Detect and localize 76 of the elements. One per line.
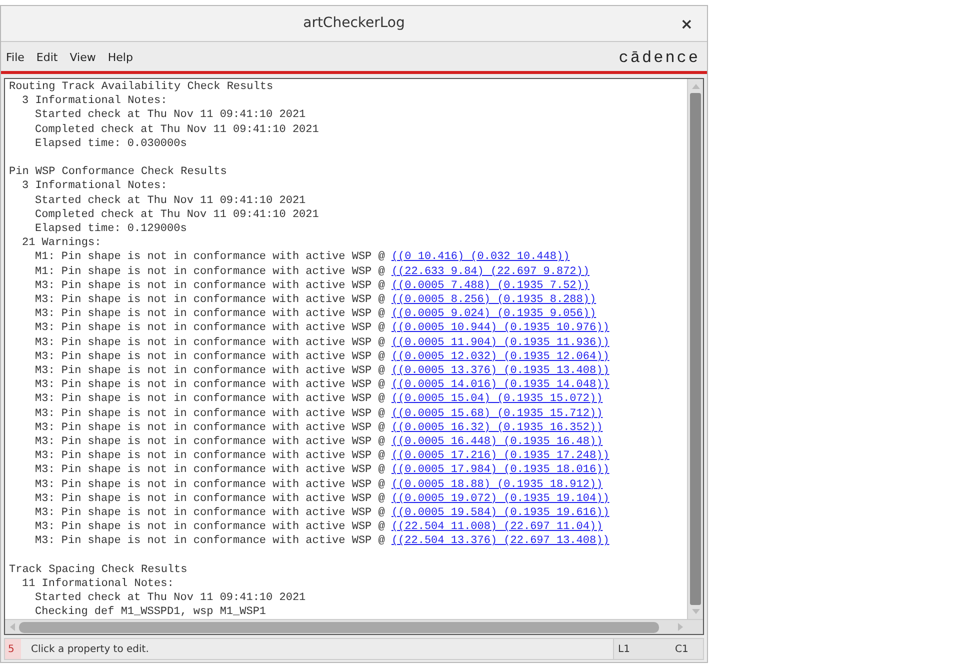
coordinate-link[interactable]: ((0.0005 12.032) (0.1935 12.064))	[391, 350, 610, 364]
warning-text: M3: Pin shape is not in conformance with active WSP @	[35, 492, 385, 506]
menu-item[interactable]: Help	[108, 50, 133, 66]
coordinate-link[interactable]: ((0.0005 13.376) (0.1935 13.408))	[391, 364, 610, 378]
warning-text: M3: Pin shape is not in conformance with active WSP @	[35, 506, 385, 520]
log-line: Checking def M1_WSSPD1, wsp M1_WSP1	[35, 605, 266, 619]
section-title: Track Spacing Check Results	[9, 562, 188, 578]
warning-text: M3: Pin shape is not in conformance with active WSP @	[35, 378, 385, 392]
coordinate-link[interactable]: ((0.0005 17.216) (0.1935 17.248))	[391, 449, 610, 464]
warning-text: M3: Pin shape is not in conformance with active WSP @	[35, 392, 385, 407]
left-arrow-icon[interactable]	[9, 623, 15, 631]
warning-text: M3: Pin shape is not in conformance with active WSP @	[35, 420, 385, 436]
coordinate-link[interactable]: ((0.0005 11.904) (0.1935 11.936))	[391, 336, 610, 350]
coordinate-link[interactable]: ((0.0005 16.448) (0.1935 16.48))	[391, 435, 603, 450]
warning-text: M3: Pin shape is not in conformance with active WSP @	[35, 449, 385, 464]
warning-text: M3: Pin shape is not in conformance with active WSP @	[35, 293, 385, 308]
coordinate-link[interactable]: ((0.0005 10.944) (0.1935 10.976))	[391, 321, 610, 336]
log-line: Elapsed time: 0.129000s	[35, 222, 187, 236]
warning-text: M3: Pin shape is not in conformance with active WSP @	[35, 534, 385, 549]
warning-text: M3: Pin shape is not in conformance with active WSP @	[35, 364, 385, 378]
log-line: Elapsed time: 0.030000s	[35, 136, 187, 152]
coordinate-link[interactable]: ((0.0005 8.256) (0.1935 8.288))	[391, 293, 596, 308]
warning-text: M3: Pin shape is not in conformance with active WSP @	[35, 307, 385, 322]
up-arrow-icon[interactable]	[692, 83, 700, 89]
menu-item[interactable]: View	[70, 50, 96, 66]
cadence-logo: cādence	[618, 48, 701, 69]
log-line: Started check at Thu Nov 11 09:41:10 2021	[35, 591, 306, 606]
line-indicator: L1	[613, 639, 673, 659]
log-line: Started check at Thu Nov 11 09:41:10 2021	[35, 194, 306, 208]
coordinate-link[interactable]: ((0.0005 18.88) (0.1935 18.912))	[391, 478, 603, 492]
coordinate-link[interactable]: ((22.633 9.84) (22.697 9.872))	[391, 264, 590, 279]
warning-text: M1: Pin shape is not in conformance with active WSP @	[35, 250, 385, 265]
coordinate-link[interactable]: ((22.504 11.008) (22.697 11.04))	[391, 520, 603, 534]
warning-text: M3: Pin shape is not in conformance with active WSP @	[35, 478, 385, 492]
scrollbar-thumb[interactable]	[19, 622, 659, 632]
coordinate-link[interactable]: ((0.0005 17.984) (0.1935 18.016))	[391, 463, 610, 478]
status-message: Click a property to edit.	[31, 642, 149, 656]
coordinate-link[interactable]: ((22.504 13.376) (22.697 13.408))	[391, 534, 610, 549]
warning-text: M3: Pin shape is not in conformance with active WSP @	[35, 406, 385, 421]
log-line: Started check at Thu Nov 11 09:41:10 2021	[35, 108, 306, 123]
group-heading: 3 Informational Notes:	[22, 179, 168, 194]
menu-item[interactable]: Edit	[36, 50, 58, 66]
warning-text: M3: Pin shape is not in conformance with active WSP @	[35, 520, 385, 534]
warning-text: M3: Pin shape is not in conformance with active WSP @	[35, 321, 385, 336]
coordinate-link[interactable]: ((0.0005 15.68) (0.1935 15.712))	[391, 406, 603, 421]
coordinate-link[interactable]: ((0.0005 19.072) (0.1935 19.104))	[391, 492, 610, 506]
window-title: artCheckerLog	[303, 14, 405, 33]
warning-text: M3: Pin shape is not in conformance with active WSP @	[35, 278, 385, 294]
section-title: Pin WSP Conformance Check Results	[9, 165, 227, 180]
coordinate-link[interactable]: ((0.0005 7.488) (0.1935 7.52))	[391, 278, 590, 294]
group-heading: 21 Warnings:	[22, 236, 102, 250]
close-button[interactable]: ×	[676, 14, 697, 34]
log-line: Completed check at Thu Nov 11 09:41:10 2021	[35, 208, 319, 222]
coordinate-link[interactable]: ((0.0005 15.04) (0.1935 15.072))	[391, 392, 603, 407]
scrollbar-thumb[interactable]	[690, 93, 701, 605]
log-line: Completed check at Thu Nov 11 09:41:10 2021	[35, 122, 319, 137]
warning-text: M3: Pin shape is not in conformance with active WSP @	[35, 336, 385, 350]
warning-text: M1: Pin shape is not in conformance with active WSP @	[35, 264, 385, 279]
menu-item[interactable]: File	[6, 50, 24, 66]
coordinate-link[interactable]: ((0.0005 14.016) (0.1935 14.048))	[391, 378, 610, 392]
down-arrow-icon[interactable]	[692, 609, 700, 615]
group-heading: 3 Informational Notes:	[22, 94, 168, 108]
section-title: Routing Track Availability Check Results	[9, 80, 274, 94]
group-heading: 11 Informational Notes:	[22, 577, 174, 592]
coordinate-link[interactable]: ((0 10.416) (0.032 10.448))	[391, 250, 570, 265]
warning-text: M3: Pin shape is not in conformance with active WSP @	[35, 435, 385, 450]
column-indicator: C1	[673, 639, 703, 659]
horizontal-scrollbar[interactable]	[5, 619, 703, 634]
coordinate-link[interactable]: ((0.0005 9.024) (0.1935 9.056))	[391, 307, 596, 322]
warning-text: M3: Pin shape is not in conformance with active WSP @	[35, 463, 385, 478]
warning-text: M3: Pin shape is not in conformance with active WSP @	[35, 350, 385, 364]
vertical-scrollbar[interactable]	[687, 79, 703, 619]
right-arrow-icon[interactable]	[678, 623, 684, 631]
coordinate-link[interactable]: ((0.0005 16.32) (0.1935 16.352))	[391, 420, 603, 436]
coordinate-link[interactable]: ((0.0005 19.584) (0.1935 19.616))	[391, 506, 610, 520]
status-number: 5	[5, 639, 21, 659]
